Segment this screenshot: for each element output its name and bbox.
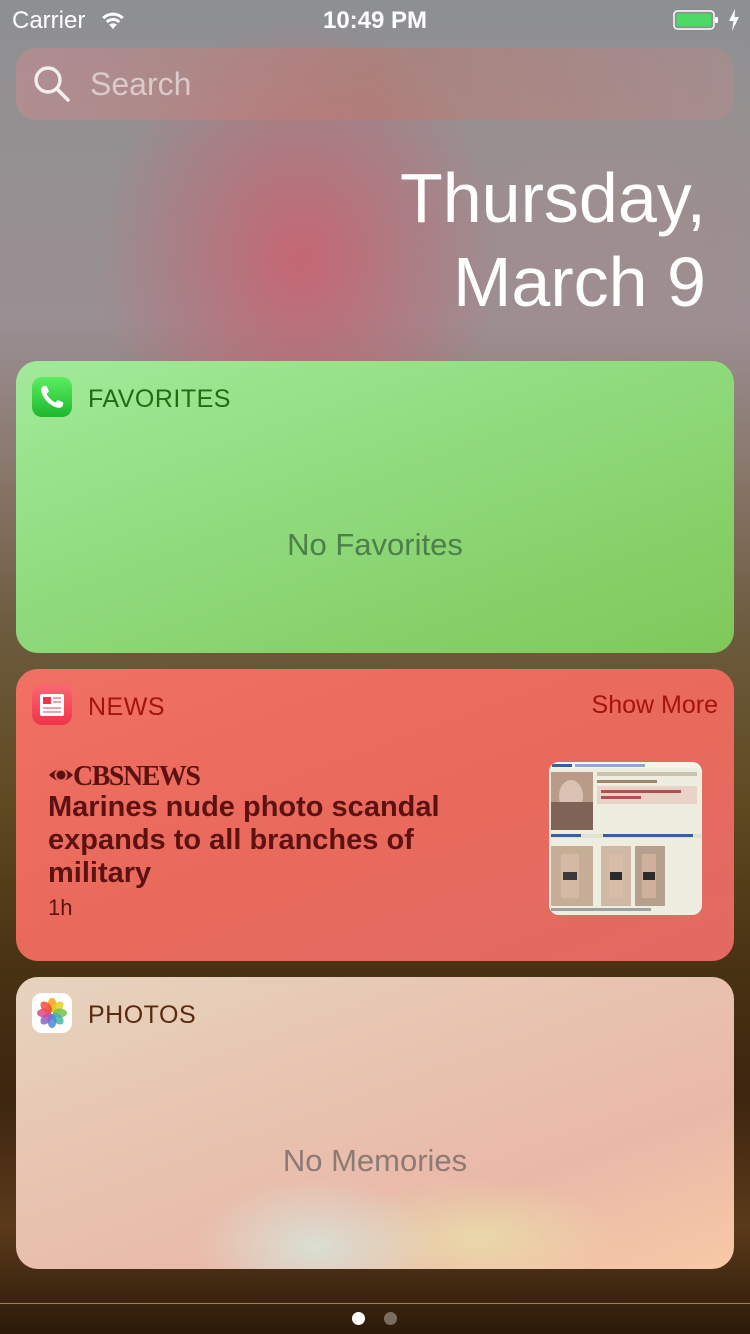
date-weekday: Thursday, [399, 159, 706, 237]
news-widget-header[interactable]: NEWS Show More [16, 669, 734, 743]
date-heading: Thursday, March 9 [400, 156, 706, 324]
status-time: 10:49 PM [322, 7, 428, 34]
search-bar[interactable]: Search [16, 48, 734, 120]
charging-bolt-icon [729, 9, 739, 31]
page-dot-2[interactable] [384, 1312, 397, 1325]
show-more-button[interactable]: Show More [592, 691, 718, 720]
page-dot-1[interactable] [352, 1312, 365, 1325]
photos-widget-header[interactable]: PHOTOS [16, 977, 734, 1051]
favorites-widget-header[interactable]: FAVORITES [16, 361, 734, 435]
news-thumbnail-image[interactable] [549, 762, 702, 915]
status-bar: Carrier 10:49 PM [0, 0, 750, 40]
page-indicator[interactable] [352, 1312, 402, 1326]
search-input[interactable]: Search [90, 66, 191, 103]
news-headline[interactable]: Marines nude photo scandal expands to al… [48, 791, 488, 890]
news-source: CBSNEWS [73, 761, 201, 792]
photos-icon [32, 993, 72, 1033]
news-widget-title: NEWS [88, 693, 165, 721]
date-day: March 9 [453, 243, 706, 321]
favorites-widget-title: FAVORITES [88, 385, 231, 413]
search-icon [34, 66, 70, 102]
cbs-eye-logo-icon [49, 768, 73, 782]
battery-icon [673, 10, 718, 30]
phone-icon [32, 377, 72, 417]
photos-empty-message: No Memories [282, 1143, 468, 1178]
page-divider [0, 1303, 750, 1304]
favorites-empty-message: No Favorites [287, 527, 463, 562]
photos-widget[interactable]: PHOTOS No Memories [16, 977, 734, 1269]
favorites-widget[interactable]: FAVORITES No Favorites [16, 361, 734, 653]
news-icon [32, 685, 72, 725]
news-timestamp: 1h [48, 895, 73, 920]
news-widget[interactable]: NEWS Show More CBSNEWS Marines nude phot… [16, 669, 734, 961]
photos-widget-title: PHOTOS [88, 1001, 197, 1029]
